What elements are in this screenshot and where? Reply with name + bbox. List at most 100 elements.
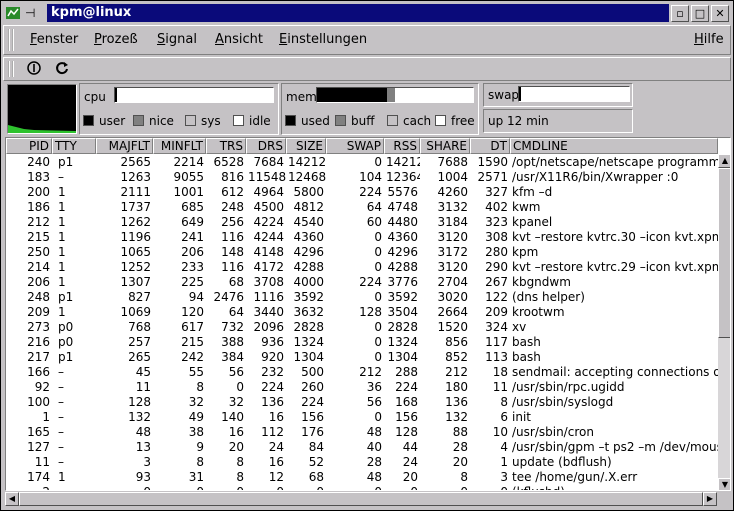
column-header-swap[interactable]: SWAP	[326, 138, 384, 154]
vertical-scrollbar[interactable]: ▲ ▼	[718, 154, 730, 490]
horizontal-scrollbar[interactable]: ◀ ▶	[5, 492, 717, 506]
cell-share: 20	[452, 455, 468, 469]
cell-cmdline: /usr/sbin/cron	[512, 425, 594, 439]
cell-trs: 256	[221, 215, 244, 229]
cell-majflt: 265	[128, 350, 151, 364]
scroll-down-button[interactable]: ▼	[718, 478, 730, 490]
scroll-left-button[interactable]: ◀	[5, 492, 19, 506]
table-row[interactable]: 209 1 1069 120 64 3440 3632 128 3504 2664 209 kroot…	[6, 305, 718, 320]
table-row[interactable]: 174 1 93 31 8 12 68 48 20 8 3 tee /home/gun/.X.err	[6, 470, 718, 485]
maximize-button[interactable]: □	[691, 5, 709, 22]
cell-minflt: 9	[196, 440, 204, 454]
table-row[interactable]: 92– 11 8 0 224 260 36 224 180 11/usr/sbin/rpc.ugi…	[6, 380, 718, 395]
table-row[interactable]: 127– 13 9 20 24 84 40 44 28 4/usr/sbin/gpm –t ps2…	[6, 440, 718, 455]
cell-dt: 308	[485, 230, 508, 244]
cell-rss: 4288	[387, 260, 418, 274]
cell-majflt: 827	[128, 290, 151, 304]
cell-swap: 224	[359, 275, 382, 289]
menu-ansicht[interactable]: Ansicht	[215, 32, 263, 47]
cell-size: 0	[286, 485, 326, 490]
table-row[interactable]: 183– 1263 9055 816 1154812468 104 12364 1004 257…	[6, 170, 718, 185]
cell-share: 88	[452, 425, 468, 439]
menubar-handle[interactable]	[8, 29, 14, 51]
cell-share: 1520	[437, 320, 468, 334]
cell-swap: 224	[359, 185, 382, 199]
table-row[interactable]: 248 p1 827 94 2476 1116 3592 0 3592 3020 122 (dns h…	[6, 290, 718, 305]
column-header-drs[interactable]: DRS	[246, 138, 286, 154]
table-row[interactable]: 186 1 1737 685 248 4500 4812 64 4748 3132 402 kwm	[6, 200, 718, 215]
table-row[interactable]: 1– 132 49 140 16 156 0 156 132 6 init	[6, 410, 718, 425]
uptime-display: up 12 min	[483, 109, 633, 133]
table-row[interactable]: 273 p0 768 617 732 2096 2828 0 2828 1520 324 xv	[6, 320, 718, 335]
table-row[interactable]: 212 1 1262 649 256 4224 4540 60 4480 3184 323 kpane…	[6, 215, 718, 230]
cell-size: 4540	[293, 215, 324, 229]
cell-dt: 10	[492, 425, 508, 439]
column-header-cmdline[interactable]: CMDLINE	[510, 138, 718, 154]
column-header-size[interactable]: SIZE	[286, 138, 326, 154]
menu-einstellungen[interactable]: Einstellungen	[279, 32, 367, 47]
column-header-minflt[interactable]: MINFLT	[153, 138, 206, 154]
cell-drs: 232	[261, 365, 284, 379]
pin-icon[interactable]: ⊣	[25, 5, 41, 21]
column-header-tty[interactable]: TTY	[52, 138, 96, 154]
table-row[interactable]: 2–000000000(kflushd)	[6, 485, 718, 490]
table-row[interactable]: 214 1 1252 233 116 4172 4288 0 4288 3120 290 kvt –r…	[6, 260, 718, 275]
toolbar-handle[interactable]	[8, 61, 14, 77]
cell-rss: 1304	[387, 350, 418, 364]
cell-size: 84	[308, 440, 324, 454]
column-header-share[interactable]: SHARE	[420, 138, 470, 154]
table-row[interactable]: 250 1 1065 206 148 4148 4296 0 4296 3172 280 kpm	[6, 245, 718, 260]
table-row[interactable]: 240 p1 2565 2214 6528 7684 14212 0 14212 7688 1590…	[6, 155, 718, 170]
table-row[interactable]: 206 1 1307 225 68 3708 4000 224 3776 2704 267 kbgnd…	[6, 275, 718, 290]
info-icon[interactable]	[24, 60, 44, 78]
column-header-pid[interactable]: PID	[6, 138, 52, 154]
menu-hilfe[interactable]: Hilfe	[694, 32, 724, 47]
table-row[interactable]: 165– 48 38 16 112 176 48 128 88 10/usr/sbin/cron	[6, 425, 718, 440]
table-row[interactable]: 200 1 2111 1001 612 4964 5800 224 5576 4260 327 kfm…	[6, 185, 718, 200]
table-row[interactable]: 216 p0 257 215 388 936 1324 0 1324 856 117 bash	[6, 335, 718, 350]
menu-signal[interactable]: Signal	[157, 32, 197, 47]
cell-pid: 92	[34, 380, 50, 394]
cell-trs: 6528	[213, 155, 244, 169]
cell-majflt: 45	[135, 365, 151, 379]
scroll-right-button[interactable]: ▶	[703, 492, 717, 506]
menu-prozess[interactable]: Prozeß	[94, 32, 138, 47]
column-header-dt[interactable]: DT	[470, 138, 510, 154]
column-header-trs[interactable]: TRS	[206, 138, 246, 154]
cell-size: 156	[301, 410, 324, 424]
cell-trs: 116	[221, 260, 244, 274]
cell-trs: 68	[228, 275, 244, 289]
toolbar	[3, 57, 731, 81]
menu-fenster[interactable]: Fenster	[30, 32, 78, 47]
close-button[interactable]: ✕	[711, 5, 729, 22]
refresh-icon[interactable]	[52, 60, 72, 78]
title-bar[interactable]: ⊣ kpm@linux ▫ □ ✕	[3, 3, 731, 23]
cell-majflt: 2111	[120, 185, 151, 199]
scroll-up-button[interactable]: ▲	[718, 154, 730, 168]
app-icon[interactable]	[5, 5, 21, 21]
column-header-rss[interactable]: RSS	[384, 138, 420, 154]
table-row[interactable]: 11– 3 8 8 16 52 28 24 20 1 update (bdflush)	[6, 455, 718, 470]
minimize-button[interactable]: ▫	[671, 5, 689, 22]
cell-minflt: 94	[188, 290, 204, 304]
cell-cmdline: sendmail: accepting connections on	[512, 365, 718, 379]
legend-swatch-gray	[133, 115, 144, 126]
column-header-majflt[interactable]: MAJFLT	[96, 138, 153, 154]
cell-tty: p1	[58, 350, 74, 364]
cell-majflt: 3	[143, 455, 151, 469]
cell-cmdline: bash	[512, 335, 541, 349]
table-row[interactable]: 217 p1 265 242 384 920 1304 0 1304 852 113 bash	[6, 350, 718, 365]
horizontal-scroll-thumb[interactable]	[19, 492, 703, 506]
cell-tty: p1	[58, 155, 74, 169]
table-row[interactable]: 100– 128 32 32 136 224 56 168 136 8/usr/sbin/sysl…	[6, 395, 718, 410]
table-row[interactable]: 166– 45 55 56 232 500 212 288 212 18 sendmail: acc…	[6, 365, 718, 380]
kpm-window: ⊣ kpm@linux ▫ □ ✕ Fenster Prozeß Signal …	[0, 0, 734, 511]
table-row[interactable]: 215 1 1196 241 116 4244 4360 0 4360 3120 308 kvt –r…	[6, 230, 718, 245]
cell-cmdline: bash	[512, 350, 541, 364]
cpu-legend-idle: idle	[233, 114, 271, 128]
cell-majflt: 1196	[120, 230, 151, 244]
vertical-scroll-thumb[interactable]	[718, 168, 730, 338]
mem-label: mem	[286, 90, 317, 104]
cell-trs: 16	[228, 425, 244, 439]
cell-size: 4000	[293, 275, 324, 289]
